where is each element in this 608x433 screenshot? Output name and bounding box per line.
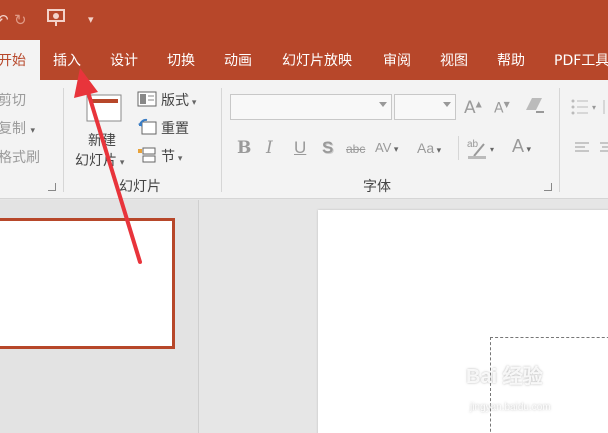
change-case-button[interactable]: Aa ▾ [417,140,441,156]
layout-button[interactable]: 版式 ▾ [161,90,196,110]
undo-icon[interactable]: ↶ [0,8,9,32]
tab-review[interactable]: 审阅 [383,40,411,80]
italic-button[interactable]: I [266,138,273,158]
tab-insert[interactable]: 插入 [53,40,81,80]
tab-view[interactable]: 视图 [440,40,468,80]
grow-font-button[interactable]: A▲ [464,98,482,118]
highlight-icon[interactable]: ab ▾ [466,136,498,164]
align-center-icon[interactable] [599,140,608,159]
baidu-watermark: Bai 经验 [466,366,543,388]
font-launcher-icon[interactable] [544,183,552,191]
reset-icon [137,118,157,140]
font-color-button[interactable]: A ▾ [512,136,531,157]
slide-thumbnail-1[interactable] [0,218,175,349]
tab-slideshow[interactable]: 幻灯片放映 [282,40,352,80]
new-slide-icon[interactable] [86,94,122,122]
customize-caret-icon[interactable]: ▾ [88,8,94,32]
format-painter-button[interactable]: 格式刷 [0,147,40,167]
clipboard-launcher-icon[interactable] [48,183,56,191]
strikethrough-button[interactable]: abc [346,142,365,156]
baidu-watermark-url: jingyan.baidu.com [470,402,551,413]
char-spacing-button[interactable]: AV ▾ [375,140,398,155]
tab-animations[interactable]: 动画 [224,40,252,80]
font-family-select[interactable] [230,94,392,120]
shrink-font-button[interactable]: A▼ [494,100,510,117]
clear-format-icon[interactable] [524,96,546,120]
reset-button[interactable]: 重置 [161,118,189,138]
layout-icon [137,91,157,111]
ribbon-tabs: 开始 插入 设计 切换 动画 幻灯片放映 审阅 视图 帮助 PDF工具 [0,40,608,80]
section-icon [137,146,157,168]
cut-button[interactable]: 剪切 [0,90,26,110]
tab-help[interactable]: 帮助 [497,40,525,80]
copy-button[interactable]: 复制 ▾ [0,118,35,138]
tab-transitions[interactable]: 切换 [167,40,195,80]
presenter-icon[interactable] [46,8,68,32]
svg-text:▾: ▾ [592,103,596,112]
tab-pdf-tools[interactable]: PDF工具 [554,40,608,80]
new-slide-button[interactable]: 幻灯片 ▾ [75,150,124,170]
underline-button[interactable]: U [294,138,306,158]
tab-home[interactable]: 开始 [0,40,40,80]
font-group-label: 字体 [363,179,391,195]
bullets-icon[interactable]: ▾ [570,98,608,120]
section-button[interactable]: 节 ▾ [161,146,182,166]
text-shadow-button[interactable]: S [322,138,333,158]
tab-design[interactable]: 设计 [110,40,138,80]
title-bar: ↶ ↻ ▾ [0,0,608,40]
font-size-select[interactable] [394,94,456,120]
ribbon: 剪切 复制 ▾ 格式刷 新建 幻灯片 ▾ 版式 ▾ 重置 节 ▾ 幻灯片 A▲ … [0,80,608,199]
new-slide-label-1: 新建 [88,133,116,149]
redo-icon[interactable]: ↻ [14,8,27,32]
svg-text:ab: ab [467,139,479,150]
align-left-icon[interactable] [574,140,590,159]
slides-group-label: 幻灯片 [119,179,161,195]
svg-text:▾: ▾ [490,145,494,154]
pane-divider[interactable] [198,200,199,433]
bold-button[interactable]: B [237,138,251,158]
